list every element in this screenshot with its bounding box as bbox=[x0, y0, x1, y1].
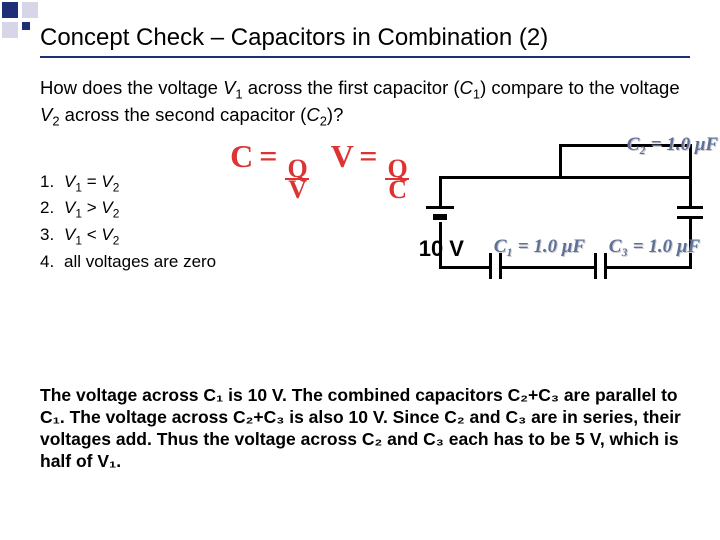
page-title: Concept Check – Capacitors in Combinatio… bbox=[40, 24, 690, 58]
handwritten-eq-2: V = QC bbox=[331, 138, 409, 296]
c1-label: C₁ = 1.0 μF bbox=[494, 236, 585, 258]
answer-options: 1.V1 = V2 2.V1 > V2 3.V1 < V2 4.all volt… bbox=[40, 144, 216, 296]
c3-label: C₃ = 1.0 μF bbox=[609, 236, 700, 258]
explanation-text: The voltage across C₁ is 10 V. The combi… bbox=[40, 385, 690, 473]
c2-label: C₂ = 1.0 μF bbox=[627, 134, 718, 156]
question-text: How does the voltage V1 across the first… bbox=[40, 76, 690, 130]
source-voltage-label: 10 V bbox=[419, 236, 464, 262]
handwritten-eq-1: C = QV bbox=[230, 138, 309, 296]
circuit-diagram: 10 V C₁ = 1.0 μF C₂ = 1.0 μF C₃ = 1.0 μF bbox=[409, 136, 690, 296]
